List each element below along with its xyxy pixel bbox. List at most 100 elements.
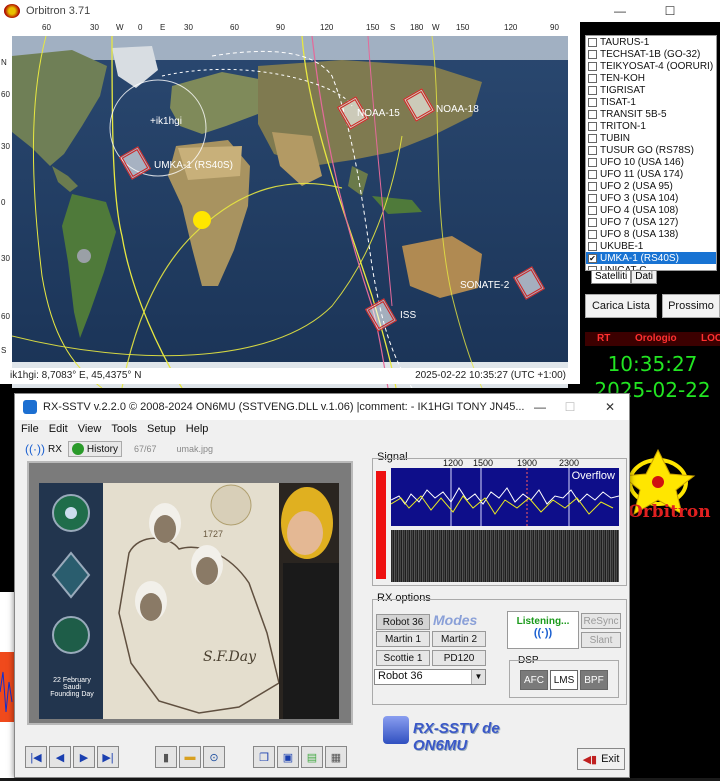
satellite-checkbox[interactable] <box>588 229 597 239</box>
menu-setup[interactable]: Setup <box>147 423 176 435</box>
satellite-name: TEN-KOH <box>600 72 645 84</box>
satellite-list-item[interactable]: UFO 4 (USA 108) <box>586 204 716 216</box>
map-panel: 60 30 W 0 E 30 60 90 120 150 S 180 W 150… <box>0 22 580 388</box>
image-year: 1727 <box>203 529 224 539</box>
bpf-button[interactable]: BPF <box>580 670 608 690</box>
satellite-checkbox[interactable] <box>588 73 597 83</box>
menu-edit[interactable]: Edit <box>49 423 68 435</box>
satellite-list-item[interactable]: TAURUS-1 <box>586 36 716 48</box>
satellite-checkbox[interactable] <box>588 133 597 143</box>
satellite-list-item[interactable]: TUBIN <box>586 132 716 144</box>
next-button[interactable]: Prossimo <box>662 294 720 318</box>
save-icon[interactable]: ▣ <box>277 746 299 768</box>
rx-button-label: RX <box>47 443 62 455</box>
satellite-checkbox[interactable] <box>588 121 597 131</box>
satellite-list-item[interactable]: TECHSAT-1B (GO-32) <box>586 48 716 60</box>
satellite-checkbox[interactable] <box>588 181 597 191</box>
freq-1200: 1200 <box>443 458 464 468</box>
rxsstv-logo-icon <box>383 716 409 744</box>
satellite-list-item[interactable]: UFO 3 (USA 104) <box>586 192 716 204</box>
satellite-checkbox[interactable] <box>588 145 597 155</box>
rx-button[interactable]: ((·)) RX <box>25 442 62 456</box>
satellite-list-item[interactable]: TEN-KOH <box>586 72 716 84</box>
satellite-list-item[interactable]: UFO 7 (USA 127) <box>586 216 716 228</box>
rx-close-button[interactable]: ✕ <box>595 394 625 420</box>
satellite-list-item[interactable]: TRANSIT 5B-5 <box>586 108 716 120</box>
satellite-name: UKUBE-1 <box>600 240 644 252</box>
orbitron-app-icon <box>4 4 20 18</box>
satellite-checkbox[interactable] <box>588 169 597 179</box>
mode-select[interactable]: Robot 36 ▼ <box>374 669 486 685</box>
prev-image-button[interactable]: ◀ <box>49 746 71 768</box>
signal-level-bar <box>376 471 386 579</box>
satellite-checkbox[interactable] <box>588 157 597 167</box>
satellite-checkbox[interactable] <box>588 205 597 215</box>
mode-martin1-button[interactable]: Martin 1 <box>376 631 430 647</box>
listening-text: Listening... <box>516 616 570 627</box>
satellite-checkbox[interactable] <box>588 217 597 227</box>
satellite-list-item[interactable]: ✔ UMKA-1 (RS40S) <box>586 252 716 264</box>
satellite-list-item[interactable]: TUSUR GO (RS78S) <box>586 144 716 156</box>
tick: 150 <box>456 23 470 32</box>
trash-icon[interactable]: ▮ <box>155 746 177 768</box>
satellite-list[interactable]: TAURUS-1 TECHSAT-1B (GO-32) TEIKYOSAT-4 (O… <box>585 35 717 271</box>
satellite-list-item[interactable]: TIGRISAT <box>586 84 716 96</box>
tick: 30 <box>90 23 99 32</box>
menu-help[interactable]: Help <box>186 423 209 435</box>
background-window-graphic <box>0 652 14 722</box>
save-as-icon[interactable]: ▤ <box>301 746 323 768</box>
rx-minimize-button[interactable]: — <box>525 394 555 420</box>
menu-view[interactable]: View <box>78 423 102 435</box>
mode-robot36-button[interactable]: Robot 36 <box>376 614 430 630</box>
satellite-checkbox[interactable] <box>588 85 597 95</box>
satellite-checkbox[interactable] <box>588 109 597 119</box>
satellite-name: TEIKYOSAT-4 (OORURI) <box>600 60 714 72</box>
maximize-button[interactable]: ☐ <box>650 0 690 22</box>
load-list-button[interactable]: Carica Lista <box>585 294 657 318</box>
satellite-checkbox[interactable] <box>588 37 597 47</box>
last-image-button[interactable]: ▶| <box>97 746 119 768</box>
satellite-list-item[interactable]: UFO 8 (USA 138) <box>586 228 716 240</box>
tab-dati[interactable]: Dati <box>631 270 658 284</box>
satellite-list-item[interactable]: UFO 11 (USA 174) <box>586 168 716 180</box>
afc-button[interactable]: AFC <box>520 670 548 690</box>
copy-icon[interactable]: ❐ <box>253 746 275 768</box>
satellite-list-item[interactable]: TRITON-1 <box>586 120 716 132</box>
satellite-list-item[interactable]: UFO 10 (USA 146) <box>586 156 716 168</box>
noaa15-label: NOAA-15 <box>357 108 400 119</box>
exit-button[interactable]: ◀▮ Exit <box>577 748 625 770</box>
satellite-checkbox[interactable] <box>588 49 597 59</box>
menu-tools[interactable]: Tools <box>111 423 137 435</box>
satellite-list-item[interactable]: UKUBE-1 <box>586 240 716 252</box>
satellite-list-item[interactable]: TEIKYOSAT-4 (OORURI) <box>586 60 716 72</box>
satellite-checkbox[interactable] <box>588 61 597 71</box>
mode-martin2-button[interactable]: Martin 2 <box>432 631 486 647</box>
satellite-list-item[interactable]: UFO 2 (USA 95) <box>586 180 716 192</box>
satellite-checkbox[interactable] <box>588 241 597 251</box>
rxsstv-logo: RX-SSTV de ON6MU <box>383 714 553 754</box>
tab-satelliti[interactable]: Satelliti <box>591 270 632 284</box>
mode-scottie1-button[interactable]: Scottie 1 <box>376 650 430 666</box>
resync-button[interactable]: ReSync <box>581 613 621 629</box>
menu-file[interactable]: File <box>21 423 39 435</box>
first-image-button[interactable]: |◀ <box>25 746 47 768</box>
received-image[interactable]: 1727 22 February Saudi Founding Day S.F.… <box>39 483 339 719</box>
tick: 90 <box>550 23 559 32</box>
satellite-checkbox[interactable]: ✔ <box>588 253 597 263</box>
mode-pd120-button[interactable]: PD120 <box>432 650 486 666</box>
rx-maximize-button[interactable]: ☐ <box>555 394 585 420</box>
history-button[interactable]: History <box>67 441 123 457</box>
tick: W <box>116 23 124 32</box>
minimize-button[interactable]: — <box>600 0 640 22</box>
print-icon[interactable]: ▦ <box>325 746 347 768</box>
world-map[interactable]: NOAA-15 NOAA-18 +ik1hgi UMKA-1 (RS40S) S… <box>12 36 568 388</box>
folder-icon[interactable]: ▬ <box>179 746 201 768</box>
zoom-icon[interactable]: ⊙ <box>203 746 225 768</box>
next-image-button[interactable]: ▶ <box>73 746 95 768</box>
antenna-icon: ((·)) <box>25 442 45 456</box>
satellite-list-item[interactable]: TISAT-1 <box>586 96 716 108</box>
lms-button[interactable]: LMS <box>550 670 578 690</box>
slant-button[interactable]: Slant <box>581 632 621 648</box>
satellite-checkbox[interactable] <box>588 193 597 203</box>
satellite-checkbox[interactable] <box>588 97 597 107</box>
